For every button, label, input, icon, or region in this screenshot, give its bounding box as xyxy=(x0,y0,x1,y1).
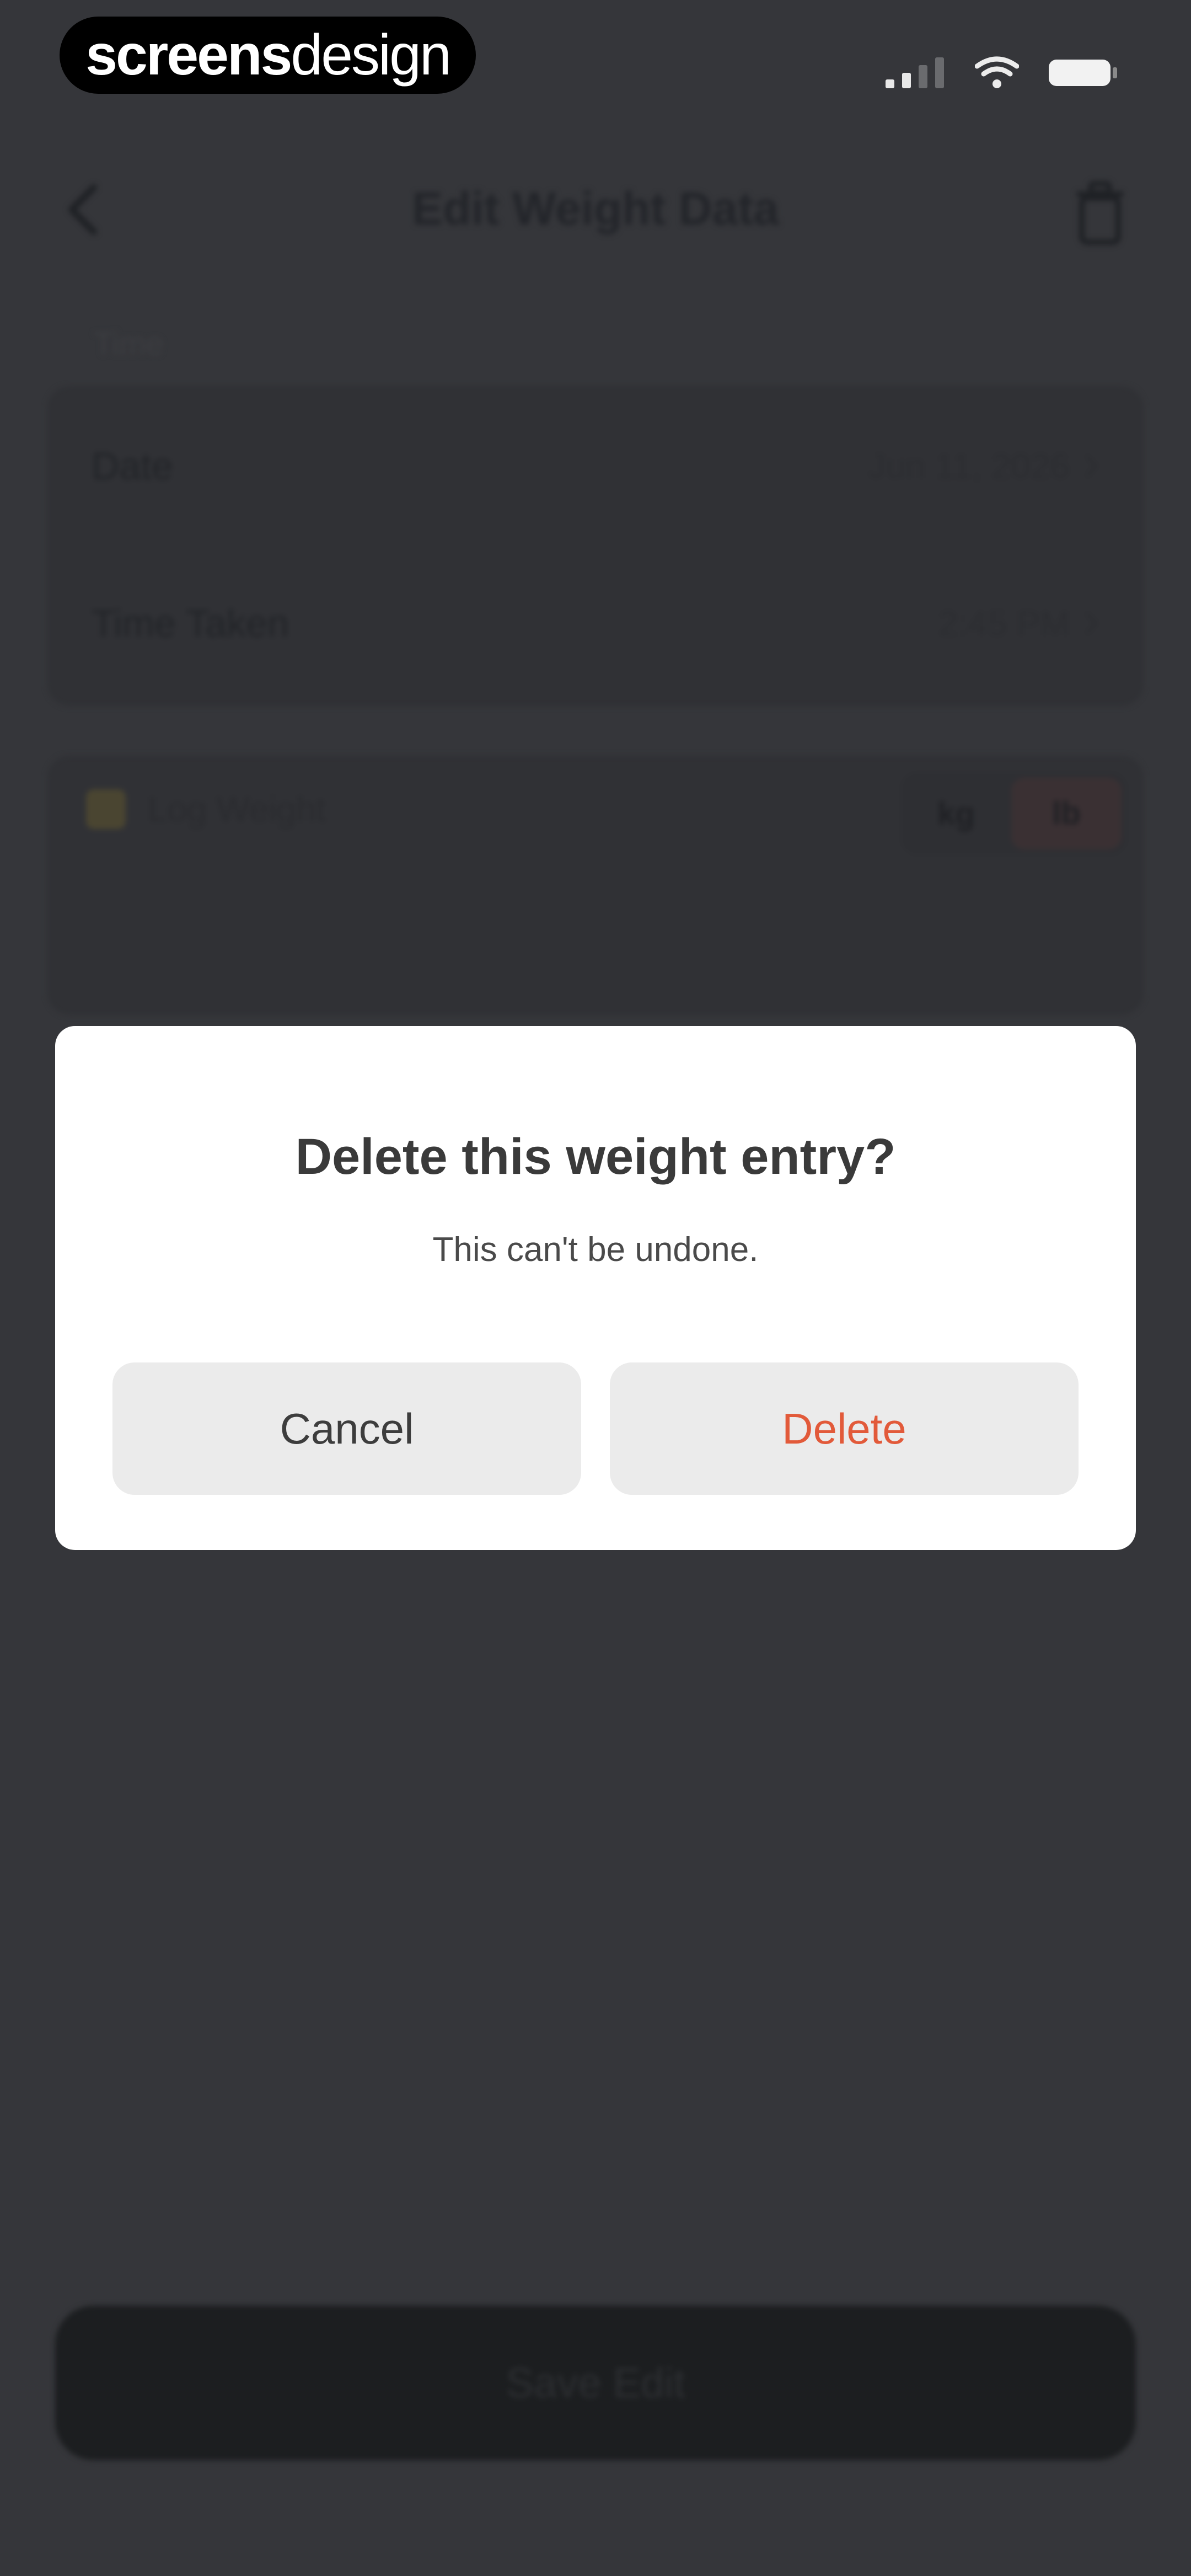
time-taken-row[interactable]: Time Taken 2:45 PM xyxy=(92,593,1099,654)
scale-icon xyxy=(86,789,126,829)
date-value-text: Jun 11, 2026 xyxy=(868,446,1070,486)
cancel-button[interactable]: Cancel xyxy=(112,1362,581,1495)
time-taken-value-text: 2:45 PM xyxy=(938,603,1070,643)
page-title: Edit Weight Data xyxy=(412,183,779,234)
log-weight-header: Log Weight xyxy=(86,789,326,830)
dialog-title: Delete this weight entry? xyxy=(295,1129,896,1185)
brand-logo-light: design xyxy=(291,23,451,87)
delete-confirm-dialog: Delete this weight entry? This can't be … xyxy=(55,1026,1136,1550)
time-taken-label: Time Taken xyxy=(92,602,289,645)
time-section-label: Time xyxy=(94,326,164,362)
date-value: Jun 11, 2026 xyxy=(868,446,1099,487)
date-row[interactable]: Date Jun 11, 2026 xyxy=(92,436,1099,496)
signal-icon xyxy=(886,57,944,88)
chevron-right-icon xyxy=(1085,611,1099,635)
time-taken-value: 2:45 PM xyxy=(938,603,1099,644)
wifi-icon xyxy=(975,56,1019,88)
app-screen: screens design Edit Weight Data Time Dat… xyxy=(0,0,1191,2576)
unit-toggle: kg lb xyxy=(901,772,1127,855)
log-weight-card: Log Weight kg lb xyxy=(47,756,1144,1015)
delete-button[interactable]: Delete xyxy=(610,1362,1079,1495)
dialog-message: This can't be undone. xyxy=(432,1231,759,1269)
time-card: Date Jun 11, 2026 Time Taken 2:45 PM xyxy=(47,386,1144,706)
brand-logo-bold: screens xyxy=(85,23,292,87)
chevron-right-icon xyxy=(1085,454,1099,478)
status-icons xyxy=(886,50,1119,88)
date-label: Date xyxy=(92,445,173,488)
log-weight-label: Log Weight xyxy=(148,789,326,829)
save-edit-button[interactable]: Save Edit xyxy=(55,2306,1136,2460)
brand-logo: screens design xyxy=(60,17,476,94)
trash-icon[interactable] xyxy=(1070,179,1130,245)
unit-lb-button[interactable]: lb xyxy=(1011,778,1122,849)
unit-kg-button[interactable]: kg xyxy=(901,795,1011,832)
battery-icon xyxy=(1049,60,1117,86)
